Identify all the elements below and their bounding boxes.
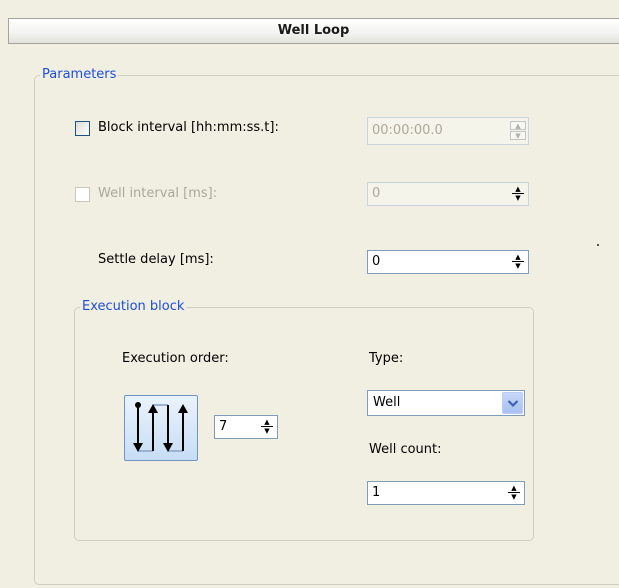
spin-down-icon[interactable]: ▼ [260, 427, 274, 436]
execution-order-value[interactable]: 7 [219, 419, 227, 435]
block-interval-label: Block interval [hh:mm:ss.t]: [98, 120, 279, 135]
settle-delay-label: Settle delay [ms]: [98, 252, 214, 267]
well-interval-checkbox [75, 187, 90, 202]
type-label: Type: [369, 351, 404, 366]
settle-delay-spin-arrows[interactable]: ▲ ▼ [511, 253, 525, 271]
chevron-down-icon [507, 400, 519, 408]
well-count-spinbox[interactable]: 1 ▲ ▼ [367, 481, 525, 505]
settle-delay-value[interactable]: 0 [372, 254, 380, 270]
execution-order-label: Execution order: [122, 351, 229, 366]
well-interval-label: Well interval [ms]: [98, 186, 218, 201]
type-combobox[interactable]: Well [367, 390, 525, 416]
block-interval-value: 00:00:00.0 [372, 123, 443, 138]
execution-block-group-label: Execution block [80, 299, 187, 315]
well-count-spin-arrows[interactable]: ▲ ▼ [507, 484, 521, 502]
execution-order-spinbox[interactable]: 7 ▲ ▼ [214, 415, 278, 439]
settle-delay-spinbox[interactable]: 0 ▲ ▼ [367, 250, 529, 274]
well-count-value[interactable]: 1 [372, 485, 380, 501]
type-selected-value[interactable]: Well [373, 395, 400, 411]
stray-dot [597, 244, 599, 246]
spin-down-icon: ▼ [510, 131, 526, 140]
execution-order-spin-arrows[interactable]: ▲ ▼ [260, 418, 274, 436]
spin-down-icon[interactable]: ▼ [507, 493, 521, 502]
combo-dropdown-button[interactable] [502, 392, 523, 414]
well-interval-spin-arrows: ▲ ▼ [511, 185, 525, 203]
block-interval-checkbox[interactable] [75, 121, 90, 136]
well-count-label: Well count: [369, 442, 442, 457]
spin-up-icon: ▲ [510, 121, 526, 130]
spin-down-icon: ▼ [515, 194, 521, 202]
well-loop-panel: Well Loop Parameters Block interval [hh:… [0, 0, 619, 588]
well-interval-value: 0 [372, 186, 381, 201]
serpentine-order-icon [133, 402, 188, 452]
block-interval-spinbox: 00:00:00.0 ▲ ▼ [367, 117, 529, 145]
well-interval-spinbox: 0 ▲ ▼ [367, 182, 529, 206]
window-title: Well Loop [277, 23, 350, 38]
title-bar: Well Loop [8, 18, 619, 44]
execution-order-button[interactable] [124, 395, 198, 461]
spin-down-icon[interactable]: ▼ [511, 262, 525, 271]
block-interval-spin-arrows: ▲ ▼ [510, 121, 526, 140]
parameters-group-label: Parameters [40, 67, 119, 83]
